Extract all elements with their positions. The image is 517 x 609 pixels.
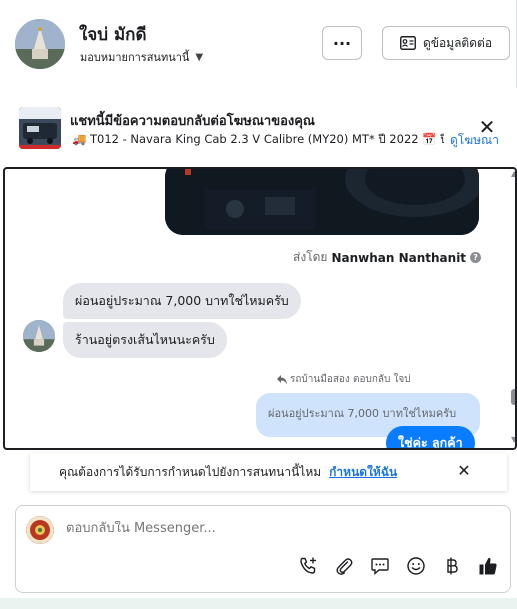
emoji-icon[interactable] — [404, 554, 427, 577]
sender-avatar — [23, 320, 55, 352]
reply-arrow-icon — [277, 375, 287, 384]
scroll-up-icon[interactable]: ▲ — [511, 169, 515, 178]
sent-by-line: ส่งโดย Nanwhan Nanthanit ? — [293, 248, 482, 267]
paperclip-icon[interactable] — [332, 554, 355, 577]
outgoing-message[interactable]: ใช่ค่ะ ลูกค้า — [386, 426, 475, 448]
more-options-button[interactable]: ··· — [322, 26, 362, 60]
incoming-message[interactable]: ผ่อนอยู่ประมาณ 7,000 บาทใช่ไหมครับ — [63, 283, 301, 319]
assign-conversation-dropdown[interactable]: มอบหมายการสนทนานี้ ▼ — [80, 48, 203, 66]
view-contact-label: ดูข้อมูลติดต่อ — [422, 35, 493, 50]
ad-reply-banner: แชทนี้มีข้อความตอบกลับต่อโฆษณาของคุณ 🚚 T… — [0, 98, 517, 160]
composer-toolbar — [296, 554, 499, 577]
ad-thumbnail[interactable] — [19, 107, 61, 149]
contact-name: ใจบ่ มักดี — [79, 25, 147, 45]
sent-by-prefix: ส่งโดย — [293, 250, 328, 264]
sent-by-name: Nanwhan Nanthanit — [331, 250, 467, 265]
scroll-down-icon[interactable]: ▼ — [511, 435, 515, 444]
baht-icon[interactable] — [440, 554, 463, 577]
conversation-header: ใจบ่ มักดี มอบหมายการสนทนานี้ ▼ ··· ดูข้… — [0, 0, 517, 88]
assign-to-me-link[interactable]: กำหนดให้ฉัน — [329, 463, 397, 482]
thumbs-up-icon[interactable] — [476, 554, 499, 577]
reply-indicator-label: รถบ้านมือสอง ตอบกลับ ใจบ่ — [290, 374, 411, 385]
more-icon: ··· — [332, 33, 352, 53]
assignment-prompt-text: คุณต้องการได้รับการกำหนดไปยังการสนทนานี้… — [59, 464, 322, 479]
contact-avatar[interactable] — [15, 19, 65, 69]
assignment-prompt: คุณต้องการได้รับการกำหนดไปยังการสนทนานี้… — [30, 453, 507, 491]
close-icon[interactable]: ✕ — [455, 460, 473, 480]
image-message[interactable] — [165, 169, 479, 235]
reply-input[interactable] — [66, 521, 466, 536]
ad-banner-subtitle: 🚚 T012 - Navara King Cab 2.3 V Calibre (… — [72, 132, 444, 146]
incoming-message[interactable]: ร้านอยู่ตรงเส้นไหนนะครับ — [63, 322, 227, 358]
caret-down-icon: ▼ — [195, 51, 204, 63]
message-thread[interactable]: ส่งโดย Nanwhan Nanthanit ? ผ่อนอยู่ประมา… — [3, 167, 517, 450]
help-icon[interactable]: ? — [470, 252, 482, 263]
assign-label: มอบหมายการสนทนานี้ — [80, 51, 190, 64]
scrollbar-thumb[interactable] — [511, 389, 515, 405]
reply-indicator: รถบ้านมือสอง ตอบกลับ ใจบ่ — [276, 372, 411, 387]
message-composer — [15, 505, 511, 593]
ad-banner-title: แชทนี้มีข้อความตอบกลับต่อโฆษณาของคุณ — [70, 114, 315, 129]
close-icon[interactable]: ✕ — [477, 115, 497, 139]
saved-reply-icon[interactable] — [368, 554, 391, 577]
contact-card-icon — [400, 36, 416, 50]
view-contact-button[interactable]: ดูข้อมูลติดต่อ — [382, 26, 510, 60]
page-footer-strip — [0, 598, 517, 609]
page-avatar — [26, 516, 54, 544]
phone-add-icon[interactable] — [296, 554, 319, 577]
